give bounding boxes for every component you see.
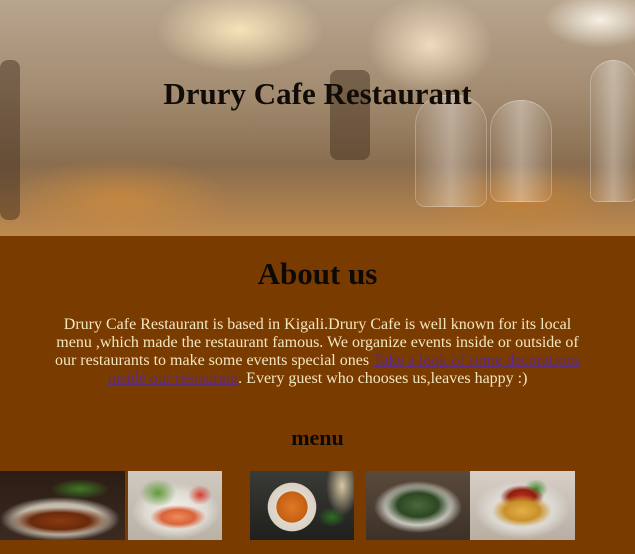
menu-image-salmon-plate	[128, 471, 222, 540]
about-heading: About us	[257, 256, 378, 291]
hero-banner: Drury Cafe Restaurant	[0, 0, 635, 236]
menu-image-salad	[366, 471, 470, 540]
menu-image-grilled-meat	[0, 471, 125, 540]
about-text: Drury Cafe Restaurant is based in Kigali…	[50, 316, 585, 388]
page-title: Drury Cafe Restaurant	[163, 76, 472, 111]
about-text-part: . Every guest who chooses us,leaves happ…	[238, 370, 528, 387]
menu-image-spaghetti	[470, 471, 575, 540]
menu-heading: menu	[291, 425, 344, 450]
menu-image-soup	[250, 471, 354, 540]
hero-bg-glass	[490, 100, 552, 202]
